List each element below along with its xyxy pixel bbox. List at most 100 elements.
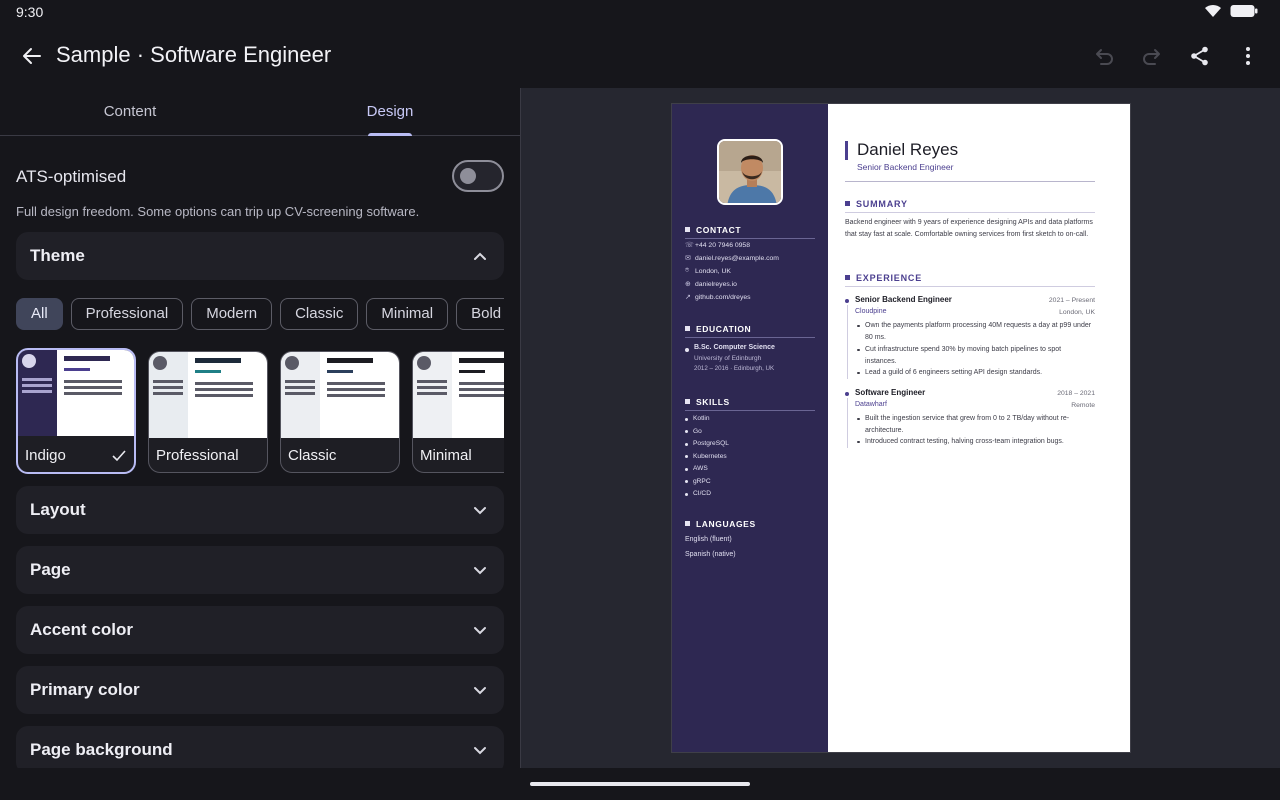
- education-school: University of Edinburgh: [694, 355, 762, 362]
- ats-label: ATS-optimised: [16, 167, 127, 186]
- contact-heading: CONTACT: [685, 225, 815, 239]
- design-panel: Content Design ATS-optimised Full design…: [0, 88, 520, 768]
- job-bullet: Own the payments platform processing 40M…: [857, 320, 1093, 343]
- check-icon: [112, 450, 126, 462]
- section-label: Page background: [30, 740, 173, 759]
- theme-card-indigo[interactable]: Indigo: [16, 348, 136, 474]
- theme-filter-chips: All Professional Modern Classic Minimal Bold: [16, 298, 504, 330]
- page-section-header[interactable]: Page: [16, 546, 504, 594]
- undo-icon: [1096, 49, 1113, 65]
- resume-preview[interactable]: CONTACT ☏ +44 20 7946 0958 ✉ daniel.reyes@e…: [672, 104, 1130, 752]
- job-dates: 2018 – 2021: [1057, 390, 1095, 397]
- education-details: 2012 – 2016 · Edinburgh, UK: [694, 365, 775, 372]
- skill-item: Kotlin: [685, 415, 710, 422]
- theme-card-minimal[interactable]: Minimal: [412, 351, 504, 473]
- job-bullet: Built the ingestion service that grew fr…: [857, 413, 1093, 436]
- theme-card-professional[interactable]: Professional: [148, 351, 268, 473]
- summary-heading: SUMMARY: [845, 199, 1095, 213]
- skill-item: Kubernetes: [685, 453, 727, 460]
- section-label: Page: [30, 560, 71, 579]
- redo-icon: [1143, 49, 1160, 65]
- theme-name: Minimal: [420, 447, 472, 464]
- mail-icon: ✉: [685, 255, 691, 262]
- editor-tabs: Content Design: [0, 88, 520, 136]
- page-title: Sample · Software Engineer: [56, 42, 332, 67]
- chip-minimal[interactable]: Minimal: [366, 298, 449, 330]
- chevron-down-icon: [474, 627, 486, 635]
- job-role: Senior Backend Engineer: [855, 295, 952, 304]
- chip-bold[interactable]: Bold: [456, 298, 504, 330]
- ats-toggle[interactable]: [452, 160, 504, 192]
- location-icon: ⌾: [685, 267, 690, 274]
- chip-modern[interactable]: Modern: [191, 298, 273, 330]
- theme-thumbnail: [18, 350, 134, 436]
- chip-all[interactable]: All: [16, 298, 63, 330]
- contact-item: ⊕ danielreyes.io: [685, 281, 820, 288]
- accent-color-section-header[interactable]: Accent color: [16, 606, 504, 654]
- section-label: Accent color: [30, 620, 133, 639]
- chip-classic[interactable]: Classic: [280, 298, 359, 330]
- share-icon: [1191, 46, 1208, 66]
- page-background-section-header[interactable]: Page background: [16, 726, 504, 768]
- chevron-down-icon: [474, 747, 486, 755]
- link-icon: ↗: [685, 294, 691, 301]
- resume-name: Daniel Reyes: [857, 140, 959, 159]
- theme-card-classic[interactable]: Classic: [280, 351, 400, 473]
- contact-text: github.com/dreyes: [695, 294, 751, 301]
- gesture-navigation-handle[interactable]: [530, 782, 750, 786]
- job-company: Cloudpine: [855, 308, 887, 315]
- more-vert-icon: [1246, 47, 1250, 65]
- status-time: 9:30: [16, 4, 44, 20]
- job-dates: 2021 – Present: [1048, 297, 1095, 304]
- theme-name: Indigo: [25, 447, 66, 464]
- profile-photo: [717, 139, 783, 205]
- language-item: English (fluent): [685, 536, 732, 543]
- job-bullet: Introduced contract testing, halving cro…: [857, 436, 1093, 448]
- tab-design[interactable]: Design: [260, 88, 520, 135]
- job-role: Software Engineer: [855, 388, 926, 397]
- ats-description: Full design freedom. Some options can tr…: [16, 204, 420, 219]
- job-bullet: Cut infrastructure spend 30% by moving b…: [857, 344, 1093, 367]
- skill-item: CI/CD: [685, 490, 711, 497]
- resume-title: Senior Backend Engineer: [857, 162, 954, 172]
- theme-name: Professional: [156, 447, 239, 464]
- theme-thumbnail: [149, 352, 267, 438]
- contact-item: ☏ +44 20 7946 0958: [685, 242, 820, 249]
- redo-button[interactable]: [1132, 36, 1172, 76]
- ats-row: ATS-optimised: [16, 160, 504, 194]
- status-icons: [1204, 4, 1258, 23]
- theme-carousel: Indigo Professional Classic Minimal: [16, 348, 504, 474]
- contact-item: ✉ daniel.reyes@example.com: [685, 255, 820, 262]
- globe-icon: ⊕: [685, 281, 691, 288]
- name-accent-bar: [845, 141, 848, 160]
- education-degree: B.Sc. Computer Science: [694, 344, 775, 351]
- skill-item: AWS: [685, 465, 708, 472]
- undo-button[interactable]: [1084, 36, 1124, 76]
- chip-professional[interactable]: Professional: [70, 298, 184, 330]
- chevron-down-icon: [474, 507, 486, 515]
- theme-thumbnail: [413, 352, 504, 438]
- primary-color-section-header[interactable]: Primary color: [16, 666, 504, 714]
- share-button[interactable]: [1180, 36, 1220, 76]
- header-divider: [845, 181, 1095, 182]
- resume-sidebar: CONTACT ☏ +44 20 7946 0958 ✉ daniel.reyes@e…: [672, 104, 828, 752]
- app-actions: [1084, 36, 1268, 76]
- skill-item: Go: [685, 428, 702, 435]
- resume-main: Daniel Reyes Senior Backend Engineer SUM…: [828, 104, 1130, 752]
- theme-section-header[interactable]: Theme: [16, 232, 504, 280]
- summary-text: Backend engineer with 9 years of experie…: [845, 219, 1093, 238]
- job-location: Remote: [1071, 402, 1095, 409]
- timeline-line: [846, 398, 848, 448]
- section-label: Primary color: [30, 680, 140, 699]
- education-heading: EDUCATION: [685, 324, 815, 338]
- battery-icon: [1230, 4, 1258, 23]
- contact-item: ⌾ London, UK: [685, 267, 820, 275]
- layout-section-header[interactable]: Layout: [16, 486, 504, 534]
- contact-item: ↗ github.com/dreyes: [685, 294, 820, 301]
- tab-content[interactable]: Content: [0, 88, 260, 135]
- language-item: Spanish (native): [685, 551, 736, 558]
- back-button[interactable]: [12, 36, 52, 76]
- toggle-knob: [460, 168, 476, 184]
- chevron-down-icon: [474, 687, 486, 695]
- more-options-button[interactable]: [1228, 36, 1268, 76]
